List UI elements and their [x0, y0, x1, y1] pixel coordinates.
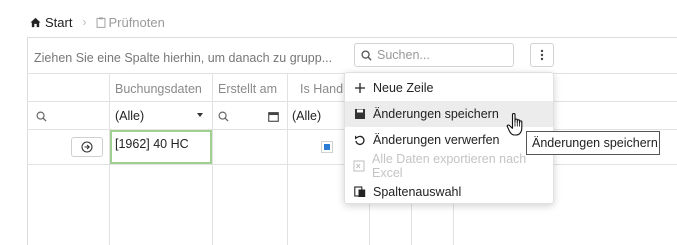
breadcrumb-current-label: Prüfnoten	[108, 14, 165, 30]
arrow-circle-right-icon	[81, 141, 93, 153]
cell-buchungsdaten: [1962] 40 HC	[115, 137, 189, 151]
breadcrumb-home-label: Start	[45, 14, 73, 30]
menu-item-new-row[interactable]: Neue Zeile	[345, 75, 553, 101]
row-open-button[interactable]	[71, 137, 103, 157]
column-divider	[287, 73, 288, 245]
group-panel: Ziehen Sie eine Spalte hierhin, um danac…	[34, 51, 333, 65]
menu-item-label: Alle Daten exportieren nach Excel	[371, 152, 527, 180]
clipboard-icon	[97, 16, 106, 28]
column-header-erstellt-am[interactable]: Erstellt am	[218, 82, 277, 96]
more-options-button[interactable]	[530, 43, 554, 67]
menu-item-label: Spaltenauswahl	[373, 185, 462, 199]
calendar-icon[interactable]	[268, 109, 279, 127]
filter-is-handled-select[interactable]: (Alle)	[292, 109, 321, 123]
column-header-buchungsdaten[interactable]: Buchungsdaten	[115, 82, 202, 96]
filter-buchungsdaten-select[interactable]: (Alle)	[115, 109, 144, 123]
menu-item-column-chooser[interactable]: Spaltenauswahl	[345, 179, 553, 205]
search-icon[interactable]	[36, 109, 47, 127]
column-header-is-handled[interactable]: Is Handl	[300, 82, 344, 96]
plus-icon	[355, 83, 365, 93]
search-input[interactable]	[377, 48, 497, 62]
chevron-right-icon: ›	[82, 15, 87, 29]
column-chooser-icon	[354, 186, 366, 197]
breadcrumb-home[interactable]: Start	[30, 15, 72, 30]
column-divider	[212, 73, 213, 245]
menu-item-label: Änderungen speichern	[373, 107, 499, 121]
menu-item-export-excel: Alle Daten exportieren nach Excel	[345, 152, 553, 180]
context-menu: Neue Zeile Änderungen speichern Änderung…	[344, 72, 554, 204]
search-icon	[361, 49, 372, 61]
export-excel-icon	[353, 160, 366, 172]
search-box[interactable]	[354, 43, 514, 67]
undo-icon	[355, 135, 365, 145]
kebab-icon	[540, 49, 544, 61]
menu-item-label: Neue Zeile	[373, 81, 434, 95]
caret-down-icon[interactable]	[197, 113, 203, 117]
breadcrumb-current: Prüfnoten	[96, 14, 165, 30]
hand-cursor-icon	[506, 113, 523, 136]
home-icon	[30, 17, 41, 27]
menu-item-label: Änderungen verwerfen	[373, 133, 500, 147]
is-handled-checkbox[interactable]	[321, 141, 333, 153]
breadcrumb: Start › Prüfnoten	[30, 14, 165, 30]
save-icon	[355, 109, 365, 119]
tooltip: Änderungen speichern	[526, 131, 660, 155]
search-icon[interactable]	[218, 109, 229, 127]
